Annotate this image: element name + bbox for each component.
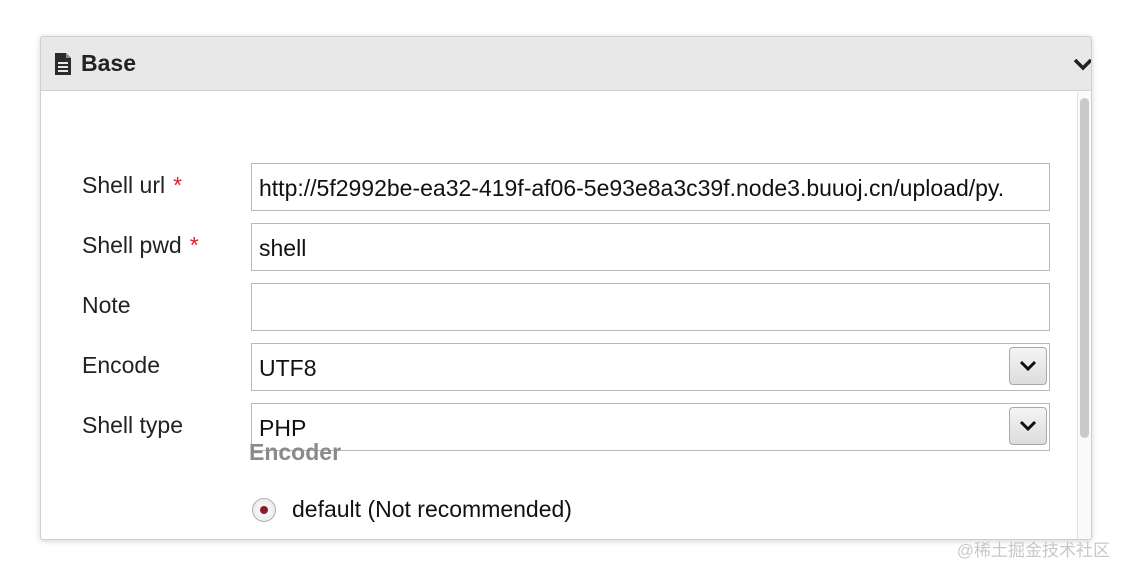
note-label: Note <box>82 292 131 318</box>
encode-select-value: UTF8 <box>259 355 317 381</box>
scrollbar-thumb[interactable] <box>1080 98 1089 438</box>
encode-select[interactable]: UTF8 <box>251 343 1050 391</box>
shell-pwd-label: Shell pwd * <box>82 232 199 258</box>
shell-type-select[interactable]: PHP <box>251 403 1050 451</box>
panel-title: Base <box>81 50 136 76</box>
watermark: @稀土掘金技术社区 <box>956 541 1110 560</box>
shell-type-label: Shell type <box>82 412 184 438</box>
note-input[interactable] <box>251 283 1050 331</box>
required-marker: * <box>173 172 183 198</box>
shell-type-select-value: PHP <box>259 415 307 441</box>
radio-selected-dot <box>260 506 268 514</box>
chevron-down-icon <box>1019 360 1037 372</box>
shell-url-label: Shell url * <box>82 172 183 198</box>
panel-body: Shell url * http://5f2992be-ea32-419f-af0… <box>41 92 1091 539</box>
shell-type-dropdown-button[interactable] <box>1009 407 1047 445</box>
encode-label: Encode <box>82 352 161 378</box>
chevron-down-icon[interactable] <box>1071 55 1092 73</box>
scrollbar[interactable] <box>1077 92 1091 539</box>
encode-dropdown-button[interactable] <box>1009 347 1047 385</box>
required-marker: * <box>189 232 199 258</box>
encoder-radio-default[interactable] <box>252 498 276 522</box>
shell-pwd-input[interactable]: shell <box>251 223 1050 271</box>
base-panel: Base Shell url * http://5f2992be-ea32-419… <box>40 36 1092 540</box>
chevron-down-icon <box>1019 420 1037 432</box>
shell-url-input[interactable]: http://5f2992be-ea32-419f-af06-5e93e8a3c… <box>251 163 1050 211</box>
encoder-section-title: Encoder <box>249 439 342 465</box>
encoder-option-label[interactable]: default (Not recommended) <box>292 496 572 523</box>
panel-header[interactable]: Base <box>41 37 1091 91</box>
document-icon <box>55 53 71 75</box>
